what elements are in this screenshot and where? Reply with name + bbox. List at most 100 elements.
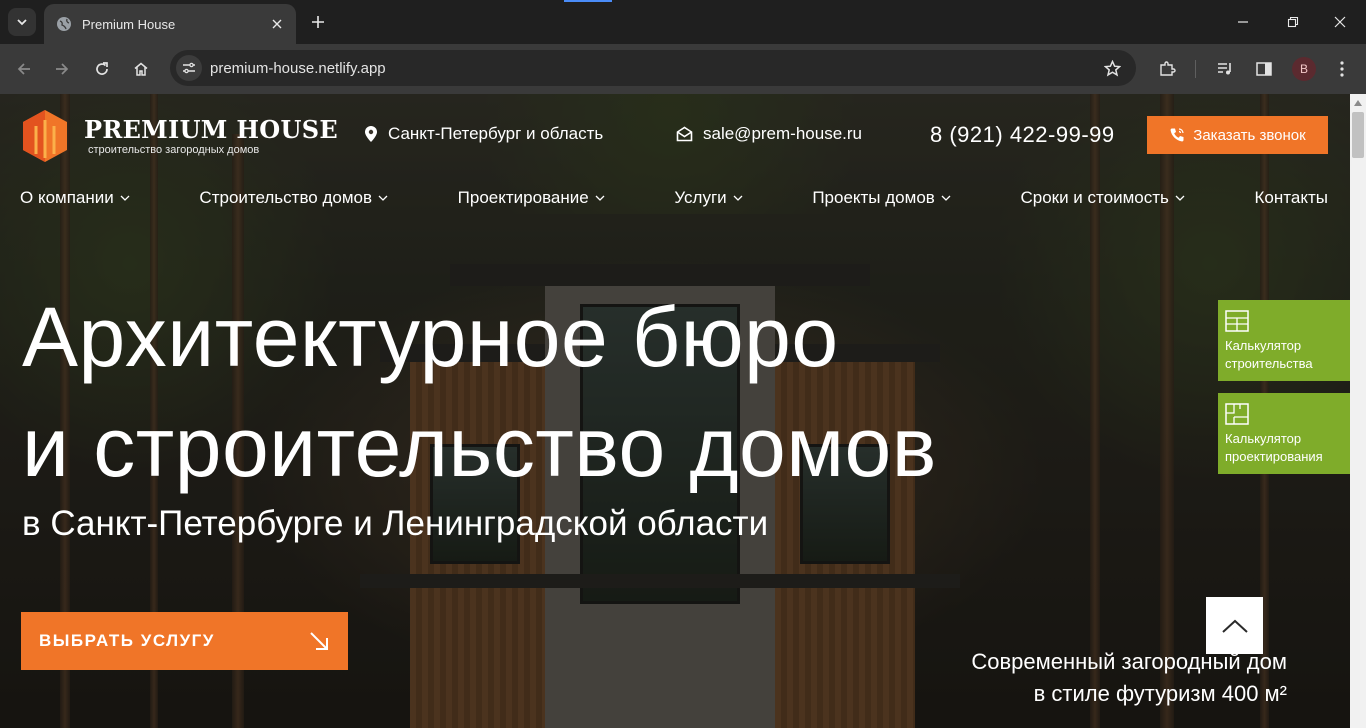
choose-service-label: ВЫБРАТЬ УСЛУГУ	[39, 631, 215, 650]
more-vert-icon	[1340, 61, 1344, 77]
order-call-button[interactable]: Заказать звонок	[1147, 116, 1328, 154]
browser-menu-button[interactable]	[1328, 55, 1356, 83]
browser-tab[interactable]: Premium House	[44, 4, 296, 44]
chevron-down-icon	[733, 195, 743, 201]
close-icon	[272, 19, 282, 29]
tab-search-button[interactable]	[8, 8, 36, 36]
chevron-down-icon	[941, 195, 951, 201]
browser-tab-bar: Premium House	[0, 0, 1366, 44]
arrow-down-right-icon	[310, 632, 328, 650]
bookmark-button[interactable]	[1098, 54, 1126, 82]
nav-item-label: Строительство домов	[199, 188, 373, 207]
minimize-icon	[1238, 21, 1248, 23]
side-panel-button[interactable]	[1250, 55, 1278, 83]
location-info: Санкт-Петербург и область	[364, 124, 603, 144]
close-icon	[1334, 16, 1346, 28]
back-button[interactable]	[10, 55, 38, 83]
choose-service-button[interactable]: ВЫБРАТЬ УСЛУГУ	[21, 612, 348, 670]
home-button[interactable]	[127, 55, 155, 83]
scrollbar-up-arrow[interactable]	[1354, 100, 1362, 106]
chevron-down-icon	[378, 195, 388, 201]
side-panel-icon	[1256, 62, 1272, 76]
logo-subtitle: строительство загородных домов	[88, 144, 260, 156]
web-page: PREMIUM HOUSE строительство загородных д…	[0, 94, 1350, 728]
tune-icon	[183, 62, 195, 74]
new-tab-button[interactable]	[306, 10, 330, 34]
tab-title: Premium House	[82, 16, 176, 32]
address-bar[interactable]: premium-house.netlify.app	[170, 50, 1136, 86]
profile-avatar[interactable]: B	[1292, 57, 1316, 81]
logo-hexagon-icon	[23, 110, 67, 162]
media-controls-button[interactable]	[1211, 55, 1239, 83]
phone-number[interactable]: 8 (921) 422-99-99	[930, 122, 1115, 148]
nav-item-services[interactable]: Услуги	[674, 188, 743, 208]
window-close-button[interactable]	[1316, 0, 1364, 44]
nav-item-about[interactable]: О компании	[20, 188, 130, 208]
chevron-down-icon	[1175, 195, 1185, 201]
calc-line2: проектирования	[1225, 449, 1323, 464]
home-icon	[134, 62, 148, 76]
hero-title-line2: и строительство домов	[22, 400, 937, 494]
tab-close-button[interactable]	[268, 15, 286, 33]
extensions-button[interactable]	[1153, 55, 1181, 83]
plus-icon	[312, 16, 324, 28]
chevron-down-icon	[17, 19, 27, 26]
puzzle-icon	[1160, 61, 1176, 76]
email-info[interactable]: sale@prem-house.ru	[676, 124, 862, 144]
site-info-button[interactable]	[176, 55, 202, 81]
calc-line1: Калькулятор	[1225, 431, 1302, 446]
profile-indicator	[564, 0, 612, 2]
hero-title-line1: Архитектурное бюро	[22, 290, 839, 384]
phone-icon	[1170, 128, 1184, 142]
nav-item-design[interactable]: Проектирование	[458, 188, 605, 208]
calc-line2: строительства	[1225, 356, 1313, 371]
grid-plan-icon	[1225, 310, 1249, 332]
calc-line1: Калькулятор	[1225, 338, 1302, 353]
url-text[interactable]: premium-house.netlify.app	[210, 60, 1098, 77]
order-call-label: Заказать звонок	[1193, 126, 1306, 144]
forward-button[interactable]	[48, 55, 76, 83]
site-logo[interactable]: PREMIUM HOUSE строительство загородных д…	[20, 108, 338, 164]
construction-calculator-widget[interactable]: Калькулятор строительства	[1218, 300, 1350, 381]
restore-icon	[1287, 16, 1299, 28]
browser-toolbar: premium-house.netlify.app B	[0, 44, 1366, 94]
location-text: Санкт-Петербург и область	[388, 124, 604, 143]
nav-item-label: Сроки и стоимость	[1020, 188, 1169, 207]
minimize-button[interactable]	[1219, 0, 1267, 44]
restore-button[interactable]	[1269, 0, 1317, 44]
main-navigation: О компании Строительство домов Проектиро…	[20, 188, 1328, 208]
floor-plan-icon	[1225, 403, 1249, 425]
arrow-left-icon	[17, 63, 30, 75]
nav-item-projects[interactable]: Проекты домов	[812, 188, 951, 208]
reload-icon	[96, 62, 108, 75]
globe-icon	[57, 17, 71, 31]
reload-button[interactable]	[88, 55, 116, 83]
email-link[interactable]: sale@prem-house.ru	[703, 124, 862, 144]
design-calculator-widget[interactable]: Калькулятор проектирования	[1218, 393, 1350, 474]
chevron-down-icon	[595, 195, 605, 201]
page-scrollbar[interactable]	[1350, 94, 1366, 728]
chevron-down-icon	[120, 195, 130, 201]
logo-title: PREMIUM HOUSE	[84, 115, 338, 144]
scroll-to-top-button[interactable]	[1206, 597, 1263, 654]
chevron-up-icon	[1221, 619, 1248, 633]
nav-item-label: О компании	[20, 188, 114, 207]
nav-item-construction[interactable]: Строительство домов	[199, 188, 388, 208]
nav-item-label: Проекты домов	[812, 188, 935, 207]
nav-item-prices[interactable]: Сроки и стоимость	[1020, 188, 1185, 208]
arrow-right-icon	[56, 63, 69, 75]
hero-title: Архитектурное бюро и строительство домов	[22, 282, 937, 502]
queue-music-icon	[1218, 63, 1231, 75]
nav-item-label: Контакты	[1254, 188, 1328, 207]
nav-item-label: Услуги	[674, 188, 727, 207]
scrollbar-thumb[interactable]	[1352, 112, 1364, 158]
hero-caption: Современный загородный дом в стиле футур…	[971, 646, 1287, 710]
toolbar-separator	[1195, 60, 1196, 78]
star-icon	[1103, 59, 1121, 76]
caption-line2: в стиле футуризм 400 м²	[1033, 681, 1287, 706]
nav-item-contacts[interactable]: Контакты	[1255, 188, 1328, 208]
nav-item-label: Проектирование	[457, 188, 589, 207]
hero-subtitle: в Санкт-Петербурге и Ленинградской облас…	[22, 504, 769, 543]
mail-open-icon	[676, 126, 693, 142]
location-pin-icon	[365, 126, 377, 142]
